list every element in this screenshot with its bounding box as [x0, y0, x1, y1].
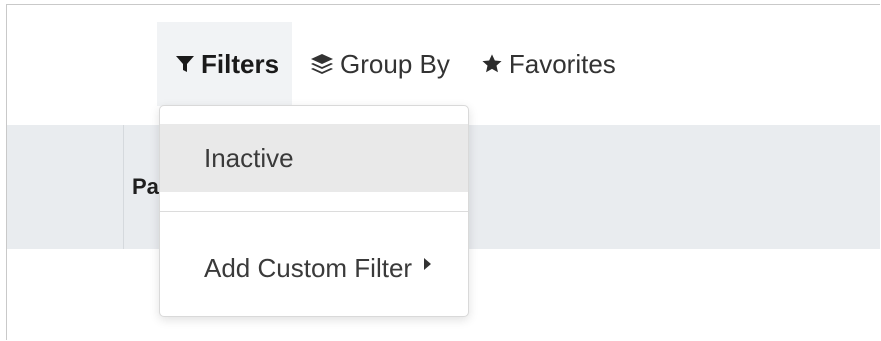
layers-icon	[310, 53, 334, 75]
star-icon	[481, 53, 503, 75]
search-toolbar: Filters Group By Favorites	[157, 22, 629, 106]
add-custom-filter-label: Add Custom Filter	[204, 252, 413, 283]
favorites-label: Favorites	[508, 48, 616, 79]
filters-label: Filters	[201, 48, 280, 79]
table-column-header[interactable]: Pa	[132, 174, 159, 200]
filter-option-inactive[interactable]: Inactive	[160, 124, 468, 192]
column-divider	[123, 125, 124, 249]
group-by-label: Group By	[340, 48, 450, 79]
filter-option-label: Inactive	[204, 142, 294, 173]
filter-icon	[175, 54, 195, 74]
caret-right-icon	[424, 258, 432, 270]
group-by-button[interactable]: Group By	[292, 22, 463, 106]
menu-divider	[160, 211, 468, 212]
filters-button[interactable]: Filters	[157, 22, 293, 106]
add-custom-filter-item[interactable]: Add Custom Filter	[160, 234, 468, 302]
filters-dropdown-menu: Inactive Add Custom Filter	[159, 105, 469, 317]
favorites-button[interactable]: Favorites	[463, 22, 629, 106]
